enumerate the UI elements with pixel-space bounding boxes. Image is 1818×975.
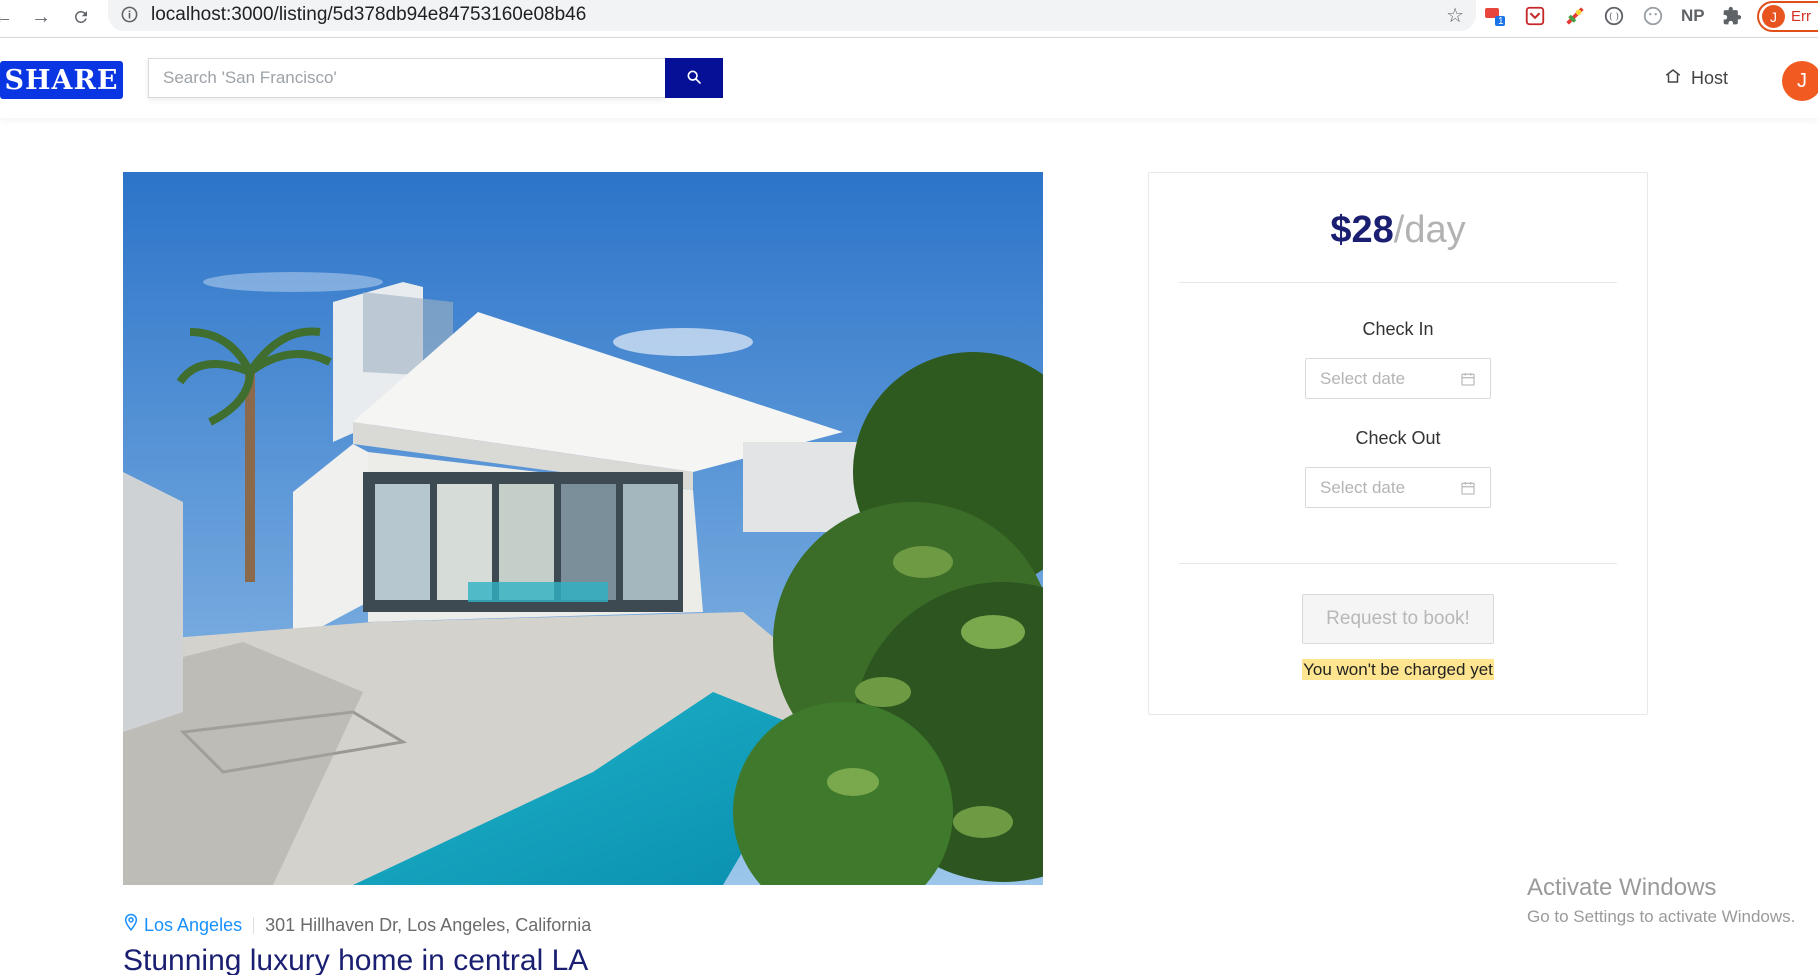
pocket-extension-icon[interactable] — [1524, 4, 1546, 28]
price-display: $28/day — [1149, 209, 1647, 252]
activate-subtitle: Go to Settings to activate Windows. — [1527, 907, 1796, 926]
address-bar[interactable]: localhost:3000/listing/5d378db94e8475316… — [108, 0, 1476, 31]
home-icon — [1664, 67, 1682, 90]
listing-address: 301 Hillhaven Dr, Los Angeles, Californi… — [265, 914, 592, 935]
profile-error-label: Err — [1791, 8, 1811, 25]
check-out-date-picker[interactable]: Select date — [1305, 467, 1491, 508]
search-input[interactable] — [148, 58, 665, 98]
host-link[interactable]: Host — [1664, 67, 1728, 90]
user-avatar[interactable]: J — [1782, 61, 1818, 101]
share-logo[interactable]: SHARE — [0, 61, 123, 99]
code-extension-icon[interactable]: ( ) — [1603, 4, 1625, 28]
check-out-placeholder: Select date — [1320, 478, 1406, 497]
browser-toolbar: ← → localhost:3000/listing/5d378db94e847… — [0, 0, 1818, 38]
search-bar — [148, 58, 723, 98]
colorful-extension-icon[interactable] — [1564, 4, 1586, 28]
extension-puzzle-badge-icon[interactable]: 1 — [1483, 4, 1507, 28]
check-in-date-picker[interactable]: Select date — [1305, 358, 1491, 399]
location-divider — [253, 916, 255, 934]
divider — [1179, 563, 1617, 564]
check-in-placeholder: Select date — [1320, 369, 1406, 388]
price-amount: $28 — [1330, 209, 1394, 251]
activate-title: Activate Windows — [1527, 874, 1717, 901]
calendar-icon — [1460, 480, 1476, 501]
host-label: Host — [1691, 68, 1729, 88]
charge-note-text: You won't be charged yet — [1302, 659, 1494, 680]
forward-arrow-icon[interactable]: → — [26, 2, 56, 32]
city-link[interactable]: Los Angeles — [144, 915, 242, 936]
profile-avatar: J — [1762, 5, 1785, 28]
url-text[interactable]: localhost:3000/listing/5d378db94e8475316… — [151, 4, 586, 26]
extensions-puzzle-icon[interactable] — [1722, 4, 1742, 28]
extension-badge-count: 1 — [1498, 16, 1504, 27]
check-out-label: Check Out — [1355, 428, 1441, 448]
face-extension-icon[interactable] — [1642, 4, 1664, 28]
listing-image — [123, 172, 1043, 885]
back-arrow-icon[interactable]: ← — [0, 2, 18, 32]
location-row: Los Angeles 301 Hillhaven Dr, Los Angele… — [123, 913, 591, 937]
reload-icon[interactable] — [66, 2, 96, 32]
site-info-icon[interactable] — [120, 5, 139, 29]
search-button[interactable] — [665, 58, 723, 98]
browser-profile-button[interactable]: J Err — [1757, 1, 1818, 32]
svg-text:( ): ( ) — [1609, 12, 1619, 23]
request-to-book-button[interactable]: Request to book! — [1302, 594, 1494, 644]
calendar-icon — [1460, 371, 1476, 392]
np-extension-icon[interactable]: NP — [1681, 4, 1705, 28]
booking-card: $28/day Check In Select date Check Out S… — [1148, 172, 1648, 715]
price-unit: /day — [1393, 209, 1466, 251]
bookmark-star-icon[interactable]: ☆ — [1446, 3, 1464, 28]
windows-activation-watermark: Activate Windows Go to Settings to activ… — [1527, 874, 1795, 927]
divider — [1179, 282, 1617, 283]
location-pin-icon — [123, 913, 139, 937]
check-in-label: Check In — [1362, 319, 1434, 339]
app-header: SHARE Host J — [0, 38, 1818, 118]
charge-note: You won't be charged yet — [1149, 659, 1647, 680]
search-icon — [686, 69, 702, 88]
listing-title: Stunning luxury home in central LA — [123, 944, 589, 975]
